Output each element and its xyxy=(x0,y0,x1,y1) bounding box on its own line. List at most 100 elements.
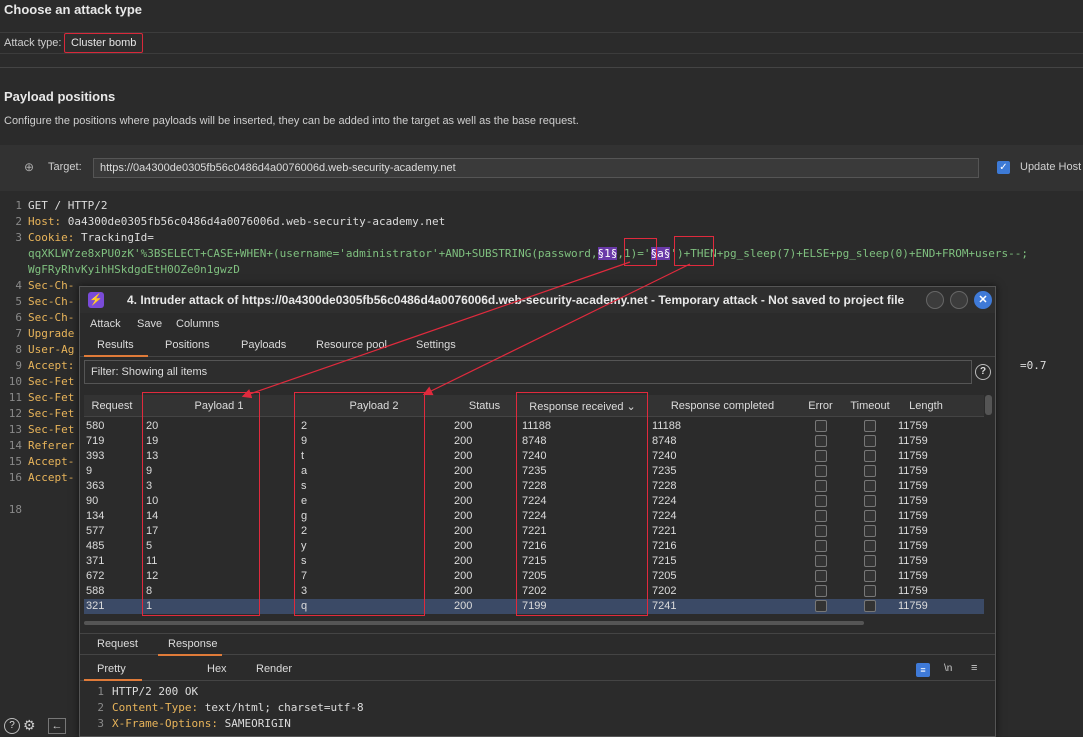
line-number: 11 xyxy=(8,391,22,404)
cell-request: 577 xyxy=(86,525,105,537)
payload-2-column-highlight xyxy=(294,392,425,616)
payload-marker-1-highlight xyxy=(624,238,657,266)
menu-save[interactable]: Save xyxy=(137,318,162,330)
close-button[interactable]: ✕ xyxy=(974,291,992,309)
cell-request: 90 xyxy=(86,495,99,507)
header-line-partial: Sec-Fet xyxy=(28,391,75,404)
line-number: 5 xyxy=(15,295,22,308)
cell-status: 200 xyxy=(454,450,473,462)
cell-length: 11759 xyxy=(898,525,928,537)
target-icon: ⊕ xyxy=(24,160,35,174)
tab-payloads[interactable]: Payloads xyxy=(241,339,286,351)
payload-prefix: qqXKLWYze8xPU0zK'%3BSELECT+CASE+WHEN+(us… xyxy=(28,247,598,260)
cell-status: 200 xyxy=(454,435,473,447)
cookie-line: Cookie: TrackingId= xyxy=(28,231,154,244)
column-header-error[interactable]: Error xyxy=(798,400,843,412)
cell-response-completed: 7216 xyxy=(652,540,677,552)
table-horizontal-scrollbar[interactable] xyxy=(84,621,984,627)
header-value: TrackingId= xyxy=(74,231,154,244)
settings-gear-icon[interactable]: ⚙ xyxy=(23,717,36,734)
line-number: 9 xyxy=(15,359,22,372)
tab-resource-pool[interactable]: Resource pool xyxy=(316,339,387,351)
tab-results[interactable]: Results xyxy=(97,339,134,351)
response-status-line: HTTP/2 200 OK xyxy=(112,685,199,698)
line-number: 13 xyxy=(8,423,22,436)
maximize-button[interactable] xyxy=(950,291,968,309)
error-checkbox xyxy=(815,570,827,582)
tab-response[interactable]: Response xyxy=(168,638,218,650)
tab-positions[interactable]: Positions xyxy=(165,339,210,351)
header-line-partial: Accept: xyxy=(28,359,75,372)
attack-type-select[interactable]: Cluster bomb xyxy=(64,33,144,53)
cell-length: 11759 xyxy=(898,585,928,597)
cell-length: 11759 xyxy=(898,555,928,567)
burp-logo-icon: ⚡ xyxy=(88,292,104,308)
help-icon[interactable]: ? xyxy=(975,364,991,380)
response-header-line: Content-Type: text/html; charset=utf-8 xyxy=(112,701,364,714)
cell-length: 11759 xyxy=(898,465,928,477)
cookie-value-line: qqXKLWYze8xPU0zK'%3BSELECT+CASE+WHEN+(us… xyxy=(28,247,1028,260)
column-header-timeout[interactable]: Timeout xyxy=(846,400,894,412)
options-menu-icon[interactable]: ≡ xyxy=(971,662,977,674)
error-checkbox xyxy=(815,585,827,597)
timeout-checkbox xyxy=(864,570,876,582)
tab-request[interactable]: Request xyxy=(97,638,138,650)
timeout-checkbox xyxy=(864,525,876,537)
header-value: SAMEORIGIN xyxy=(217,717,291,730)
target-bar: ⊕ Target: https://0a4300de0305fb56c0486d… xyxy=(0,145,1083,191)
column-header-request[interactable]: Request xyxy=(84,400,140,412)
tab-settings[interactable]: Settings xyxy=(416,339,456,351)
cell-response-completed: 8748 xyxy=(652,435,677,447)
error-checkbox xyxy=(815,495,827,507)
minimize-button[interactable] xyxy=(926,291,944,309)
cell-status: 200 xyxy=(454,465,473,477)
line-number: 18 xyxy=(8,503,22,516)
cell-status: 200 xyxy=(454,570,473,582)
line-number: 14 xyxy=(8,439,22,452)
filter-bar[interactable]: Filter: Showing all items xyxy=(84,360,972,384)
back-arrow-icon[interactable]: ← xyxy=(48,718,66,734)
window-title-bar[interactable]: ⚡ 4. Intruder attack of https://0a4300de… xyxy=(80,287,995,313)
show-newlines-icon[interactable]: \n xyxy=(944,663,952,674)
line-number: 2 xyxy=(97,701,104,714)
error-checkbox xyxy=(815,450,827,462)
target-url-input[interactable]: https://0a4300de0305fb56c0486d4a0076006d… xyxy=(93,158,979,178)
header-line-partial: Sec-Ch- xyxy=(28,295,75,308)
request-response-tabs: Request Response xyxy=(80,633,995,656)
active-tab-indicator xyxy=(84,355,148,357)
window-title: 4. Intruder attack of https://0a4300de03… xyxy=(127,293,905,307)
cell-request: 371 xyxy=(86,555,105,567)
timeout-checkbox xyxy=(864,435,876,447)
menu-attack[interactable]: Attack xyxy=(90,318,121,330)
response-body[interactable]: 1 2 3 HTTP/2 200 OK Content-Type: text/h… xyxy=(80,683,995,737)
header-key: Cookie: xyxy=(28,231,75,244)
header-line-partial: User-Ag xyxy=(28,343,75,356)
cell-response-completed: 7228 xyxy=(652,480,677,492)
column-header-length[interactable]: Length xyxy=(896,400,956,412)
menu-columns[interactable]: Columns xyxy=(176,318,219,330)
payload-marker-1[interactable]: §1§ xyxy=(597,247,618,260)
line-number: 10 xyxy=(8,375,22,388)
help-icon[interactable]: ? xyxy=(4,718,20,734)
error-checkbox xyxy=(815,540,827,552)
error-checkbox xyxy=(815,555,827,567)
tab-render[interactable]: Render xyxy=(256,663,292,675)
scrollbar-thumb[interactable] xyxy=(84,621,864,625)
tab-pretty[interactable]: Pretty xyxy=(97,663,126,675)
cell-status: 200 xyxy=(454,540,473,552)
column-header-response-completed[interactable]: Response completed xyxy=(650,400,795,412)
cell-status: 200 xyxy=(454,510,473,522)
cell-length: 11759 xyxy=(898,570,928,582)
cell-status: 200 xyxy=(454,495,473,507)
error-checkbox xyxy=(815,510,827,522)
cell-length: 11759 xyxy=(898,450,928,462)
cell-response-completed: 7221 xyxy=(652,525,677,537)
wrap-lines-icon[interactable]: ≡ xyxy=(916,663,930,677)
update-host-checkbox[interactable]: ✓ xyxy=(997,161,1010,174)
column-header-status[interactable]: Status xyxy=(452,400,517,412)
cell-length: 11759 xyxy=(898,435,928,447)
error-checkbox xyxy=(815,480,827,492)
tab-hex[interactable]: Hex xyxy=(207,663,227,675)
table-scrollbar[interactable] xyxy=(985,395,992,415)
header-line-partial: Upgrade xyxy=(28,327,75,340)
